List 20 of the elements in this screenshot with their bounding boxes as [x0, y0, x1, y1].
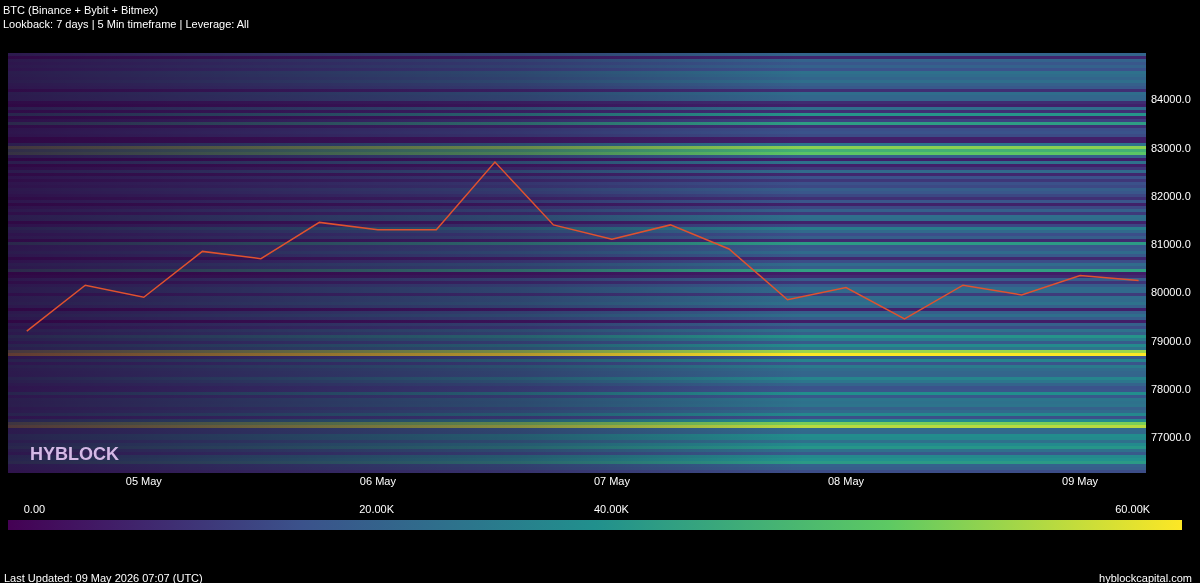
y-axis-label: 78000.0	[1151, 383, 1191, 395]
watermark-logo: HYBLOCK	[30, 444, 119, 465]
x-axis-label: 06 May	[359, 475, 396, 487]
colorbar-label: 20.00K	[359, 503, 395, 515]
x-axis-label: 09 May	[1062, 475, 1099, 487]
chart-title: BTC (Binance + Bybit + Bitmex)	[2, 3, 159, 17]
colorbar-label: 0.00	[23, 503, 46, 515]
y-axis-label: 84000.0	[1151, 93, 1191, 106]
x-axis-label: 05 May	[125, 475, 162, 487]
y-axis-label: 82000.0	[1151, 189, 1191, 202]
y-axis-label: 80000.0	[1151, 286, 1191, 299]
y-axis-label: 79000.0	[1151, 334, 1191, 347]
x-axis-label: 08 May	[828, 475, 865, 487]
x-axis-label: 07 May	[593, 475, 630, 487]
y-axis-label: 81000.0	[1151, 238, 1191, 251]
chart-subtitle: Lookback: 7 days | 5 Min timeframe | Leverage: All	[2, 17, 249, 31]
colorbar-label: 40.00K	[594, 503, 629, 515]
y-axis-label: 77000.0	[1151, 431, 1191, 444]
y-axis-label: 83000.0	[1151, 141, 1191, 154]
colorbar-label: 60.00K	[1115, 503, 1151, 515]
